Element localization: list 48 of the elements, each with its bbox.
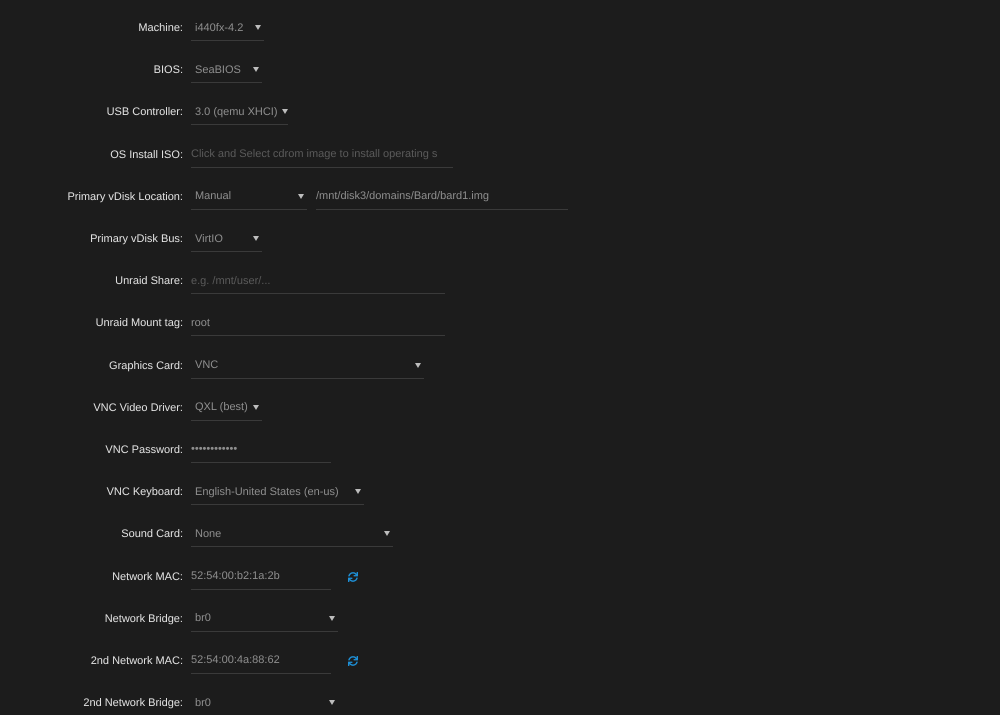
caret-icon	[253, 67, 259, 72]
dropdown[interactable]: i440fx-4.2	[191, 15, 264, 42]
dropdown[interactable]: VNC	[191, 352, 424, 379]
caret-icon	[329, 700, 335, 706]
field-label: Unraid Mount tag:	[96, 317, 183, 330]
field-label: Graphics Card:	[109, 360, 183, 372]
field-label: Sound Card:	[121, 528, 183, 540]
field-label: Primary vDisk Bus:	[90, 233, 183, 246]
field-label: Primary vDisk Location:	[67, 190, 183, 203]
caret-icon	[253, 404, 259, 410]
field-label: USB Controller:	[106, 106, 183, 118]
field-label: BIOS:	[154, 64, 183, 76]
field-label: Network MAC:	[112, 570, 183, 583]
dropdown[interactable]: English-United States (en-us)	[191, 479, 364, 506]
text-input[interactable]: 52:54:00:b2:1a:2b	[191, 564, 331, 590]
field-label: VNC Keyboard:	[106, 486, 183, 498]
caret-icon	[355, 489, 361, 494]
refresh-icon[interactable]	[348, 656, 358, 666]
field-label: 2nd Network MAC:	[90, 654, 183, 667]
dropdown[interactable]: Manual	[191, 184, 307, 210]
dropdown[interactable]: br0	[191, 690, 338, 715]
text-input[interactable]: root	[191, 310, 445, 336]
dropdown[interactable]: SeaBIOS	[191, 57, 262, 84]
dropdown[interactable]: br0	[191, 606, 338, 632]
field-label: Machine:	[138, 22, 183, 34]
dropdown[interactable]: QXL (best)	[191, 394, 262, 421]
text-input[interactable]: 52:54:00:4a:88:62	[191, 648, 331, 674]
text-input[interactable]: Click and Select cdrom image to install operating s	[191, 142, 453, 168]
text-input[interactable]: e.g. /mnt/user/...	[191, 268, 445, 294]
dropdown[interactable]: None	[191, 521, 393, 548]
dropdown[interactable]: 3.0 (qemu XHCI)	[191, 99, 288, 126]
caret-icon	[255, 25, 261, 30]
caret-icon	[384, 531, 390, 536]
text-input[interactable]: /mnt/disk3/domains/Bard/bard1.img	[316, 184, 568, 210]
caret-icon	[415, 362, 421, 368]
caret-icon	[282, 109, 288, 114]
caret-icon	[298, 194, 304, 199]
caret-icon	[329, 616, 335, 621]
field-label: Unraid Share:	[115, 275, 183, 288]
field-label: 2nd Network Bridge:	[83, 697, 183, 710]
field-label: OS Install ISO:	[110, 148, 183, 161]
field-label: VNC Password:	[105, 444, 183, 456]
caret-icon	[253, 236, 259, 242]
field-label: VNC Video Driver:	[93, 402, 183, 414]
refresh-icon[interactable]	[348, 572, 358, 582]
text-input[interactable]: ••••••••••••	[191, 436, 331, 463]
dropdown[interactable]: VirtIO	[191, 226, 262, 252]
field-label: Network Bridge:	[104, 612, 183, 625]
